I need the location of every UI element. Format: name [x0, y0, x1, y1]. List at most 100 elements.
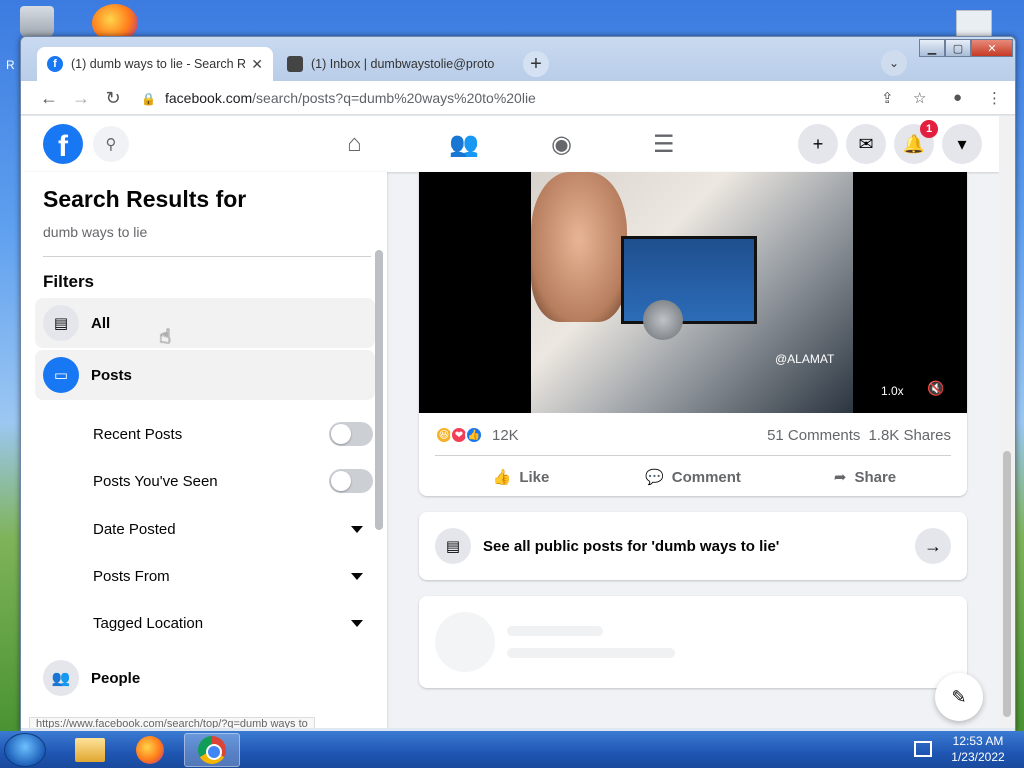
share-page-icon[interactable]: ⇪	[881, 89, 894, 107]
filter-all[interactable]: ▤ All	[35, 298, 375, 348]
facebook-logo-icon[interactable]: f	[43, 124, 83, 164]
browser-toolbar: ← → ↻ 🔒 facebook.com/search/posts?q=dumb…	[21, 81, 1015, 115]
tab-title: (1) Inbox | dumbwaystolie@proto	[311, 57, 495, 71]
forward-icon[interactable]: →	[69, 86, 93, 110]
arrow-right-icon[interactable]: →	[915, 528, 951, 564]
url-text: facebook.com/search/posts?q=dumb%20ways%…	[165, 90, 536, 106]
placeholder-line	[507, 648, 675, 658]
post-actions: 👍 Like 💬 Comment ➦ Share	[435, 460, 951, 494]
posts-list-icon: ▤	[435, 528, 471, 564]
page-scrollbar[interactable]	[999, 116, 1015, 728]
video-monitor	[621, 236, 757, 324]
action-label: Share	[854, 468, 897, 486]
new-tab-button[interactable]: +	[523, 51, 549, 77]
tab-search-icon[interactable]: ⌄	[881, 50, 907, 76]
create-icon[interactable]: +	[798, 124, 838, 164]
new-message-icon[interactable]: ✎	[935, 673, 983, 721]
video-player[interactable]: @ALAMAT 1.0x 🔇	[419, 172, 967, 413]
thumbs-up-icon: 👍	[492, 469, 512, 486]
see-all-text: See all public posts for 'dumb ways to l…	[483, 537, 780, 555]
divider	[435, 455, 951, 456]
lock-icon[interactable]: 🔒	[141, 92, 156, 106]
video-microphone	[643, 300, 683, 340]
firefox-icon	[136, 736, 164, 764]
comment-icon: 💬	[645, 469, 664, 486]
mute-icon[interactable]: 🔇	[927, 380, 944, 397]
friends-icon[interactable]: 👥	[449, 130, 479, 159]
filter-posts-seen[interactable]: Posts You've Seen	[93, 461, 373, 501]
search-icon[interactable]: ⚲	[93, 126, 129, 162]
posts-seen-toggle[interactable]	[329, 469, 373, 493]
taskbar-firefox[interactable]	[122, 733, 178, 767]
share-icon: ➦	[833, 469, 847, 486]
url-path: /search/posts?q=dumb%20ways%20to%20lie	[252, 90, 536, 106]
facebook-header: f ⚲ ⌂ 👥 ◉ ☰ + ✉ 🔔 1 ▾	[21, 116, 999, 172]
account-chevron-icon[interactable]: ▾	[942, 124, 982, 164]
chrome-menu-icon[interactable]: ⋮	[987, 89, 1002, 107]
taskbar-chrome[interactable]	[184, 733, 240, 767]
sidebar-scrollbar[interactable]	[375, 250, 383, 530]
filter-posts[interactable]: ▭ Posts	[35, 350, 375, 400]
share-button[interactable]: ➦ Share	[779, 460, 951, 494]
maximize-button[interactable]: ▢	[945, 39, 971, 57]
filter-date-posted[interactable]: Date Posted	[93, 509, 373, 549]
system-clock[interactable]: 12:53 AM 1/23/2022	[944, 733, 1012, 765]
groups-icon[interactable]: ◉	[551, 130, 572, 159]
recent-posts-toggle[interactable]	[329, 422, 373, 446]
clock-time: 12:53 AM	[952, 734, 1004, 748]
dropdown-caret-icon	[351, 572, 363, 580]
taskbar: 12:53 AM 1/23/2022	[0, 731, 1024, 768]
back-icon[interactable]: ←	[37, 86, 61, 110]
dropdown-caret-icon	[351, 619, 363, 627]
filter-people[interactable]: 👥 People	[35, 653, 375, 703]
close-window-button[interactable]: ✕	[971, 39, 1013, 57]
reload-icon[interactable]: ↻	[101, 86, 125, 110]
desktop-icon-label: R	[6, 58, 15, 72]
folder-icon	[75, 738, 105, 762]
tab-strip: f (1) dumb ways to lie - Search Res ✕ (1…	[21, 37, 1015, 81]
messenger-icon[interactable]: ✉	[846, 124, 886, 164]
comment-button[interactable]: 💬 Comment	[607, 460, 779, 494]
placeholder-avatar	[435, 612, 495, 672]
tab-title: (1) dumb ways to lie - Search Res	[71, 57, 246, 71]
see-all-posts-card[interactable]: ▤ See all public posts for 'dumb ways to…	[419, 512, 967, 580]
playback-speed-button[interactable]: 1.0x	[881, 384, 904, 398]
comments-count[interactable]: 51 Comments	[767, 427, 860, 444]
divider	[43, 256, 371, 257]
menu-icon[interactable]: ☰	[653, 130, 675, 159]
like-reaction-icon: 👍	[465, 426, 483, 444]
placeholder-line	[507, 626, 603, 636]
network-icon[interactable]	[914, 741, 932, 757]
recycle-bin-icon[interactable]	[20, 6, 54, 38]
address-bar[interactable]: 🔒 facebook.com/search/posts?q=dumb%20way…	[141, 84, 1001, 112]
chrome-window: f (1) dumb ways to lie - Search Res ✕ (1…	[20, 36, 1016, 732]
video-frame: @ALAMAT	[531, 172, 853, 413]
taskbar-explorer[interactable]	[62, 733, 118, 767]
tab-close-icon[interactable]: ✕	[251, 56, 263, 73]
filter-recent-posts[interactable]: Recent Posts	[93, 414, 373, 454]
notifications-button[interactable]: 🔔 1	[894, 120, 938, 164]
minimize-button[interactable]: ▁	[919, 39, 945, 57]
reactions-count[interactable]: 12K	[492, 427, 519, 444]
search-filters-sidebar: Search Results for dumb ways to lie Filt…	[21, 172, 387, 728]
action-label: Comment	[671, 468, 741, 486]
tab-inbox[interactable]: (1) Inbox | dumbwaystolie@proto	[277, 47, 513, 81]
action-label: Like	[519, 468, 550, 486]
notification-badge: 1	[920, 120, 938, 138]
filter-posts-from[interactable]: Posts From	[93, 556, 373, 596]
filter-label: Tagged Location	[93, 614, 204, 632]
filter-tagged-location[interactable]: Tagged Location	[93, 603, 373, 643]
scrollbar-thumb[interactable]	[1003, 451, 1011, 717]
profile-icon[interactable]: ●	[953, 89, 962, 106]
home-icon[interactable]: ⌂	[347, 130, 362, 158]
filter-label: Recent Posts	[93, 425, 183, 443]
bookmark-star-icon[interactable]: ☆	[913, 89, 926, 107]
tab-facebook-search[interactable]: f (1) dumb ways to lie - Search Res ✕	[37, 47, 273, 81]
start-button[interactable]	[4, 733, 46, 767]
engagement-counts: 51 Comments 1.8K Shares	[767, 427, 951, 444]
shares-count[interactable]: 1.8K Shares	[868, 427, 951, 444]
post-card: @ALAMAT 1.0x 🔇 😆 ❤ 👍 12K 51 Comments 1.8…	[419, 172, 967, 496]
like-button[interactable]: 👍 Like	[435, 460, 607, 494]
filter-label: Posts You've Seen	[93, 472, 218, 490]
people-icon: 👥	[43, 660, 79, 696]
